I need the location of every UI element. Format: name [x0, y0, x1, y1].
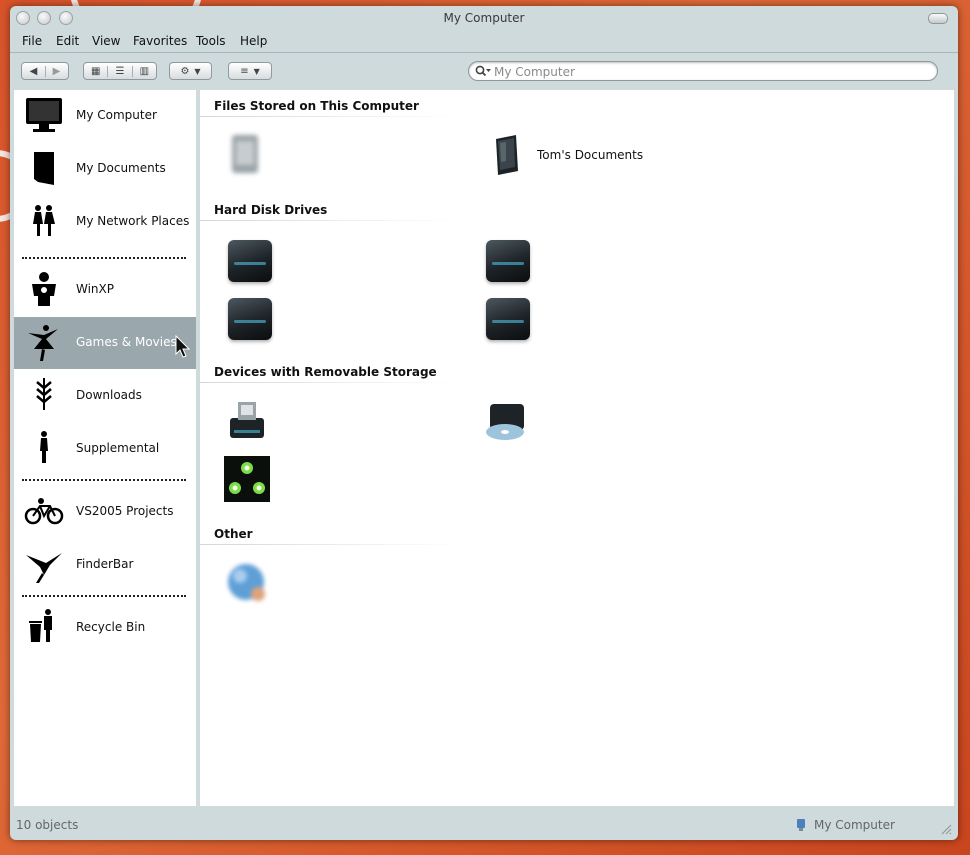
sidebar-item-my-network-places[interactable]: My Network Places: [14, 196, 196, 248]
menu-tools[interactable]: Tools: [196, 34, 226, 48]
search-icon[interactable]: [475, 65, 491, 77]
sidebar-item-label: My Documents: [76, 161, 166, 175]
bicycle-icon: [24, 498, 64, 525]
sidebar-item-finderbar[interactable]: FinderBar: [14, 539, 196, 591]
window-title: My Computer: [443, 11, 525, 25]
figure-icon: [40, 431, 48, 463]
people-icon: [33, 205, 55, 236]
removable-drive-icon: [224, 456, 270, 502]
monitor-icon: [26, 98, 62, 132]
hard-drive-icon: [224, 294, 272, 340]
sidebar-divider: [22, 595, 186, 597]
search-input[interactable]: My Computer: [468, 61, 938, 81]
dvd-drive-icon: [486, 404, 524, 440]
title-bar[interactable]: My Computer: [10, 6, 958, 30]
document-folder-icon: [232, 135, 258, 173]
trash-icon: [29, 609, 52, 642]
section-divider: [200, 220, 460, 221]
gear-icon: ⚙: [180, 65, 190, 77]
sidebar-item-winxp[interactable]: WinXP: [14, 264, 196, 316]
menu-file[interactable]: File: [22, 34, 42, 48]
section-header: Hard Disk Drives: [214, 203, 328, 217]
sidebar-item-label: VS2005 Projects: [76, 504, 174, 518]
hard-drive-item[interactable]: [220, 236, 460, 286]
hard-drive-item[interactable]: [478, 236, 718, 286]
dvd-drive-item[interactable]: [478, 398, 718, 448]
chevrons-down-icon: [36, 378, 52, 410]
other-item[interactable]: [220, 560, 460, 610]
explorer-window: My Computer File Edit View Favorites Too…: [10, 6, 958, 840]
menu-bar: File Edit View Favorites Tools Help: [10, 30, 958, 53]
sidebar-item-label: My Computer: [76, 108, 157, 122]
menu-view[interactable]: View: [92, 34, 120, 48]
hard-drive-icon: [224, 236, 272, 282]
sidebar-item-label: Supplemental: [76, 441, 160, 455]
search-placeholder: My Computer: [494, 65, 575, 79]
hard-drive-icon: [482, 294, 530, 340]
hard-drive-icon: [482, 236, 530, 282]
sidebar-item-label: Downloads: [76, 388, 142, 402]
folder-icon: [34, 152, 54, 185]
arrange-icon: ≡: [240, 65, 249, 77]
sidebar-item-my-computer[interactable]: My Computer: [14, 90, 196, 142]
section-header: Devices with Removable Storage: [214, 365, 437, 379]
section-divider: [200, 382, 460, 383]
sidebar-item-downloads[interactable]: Downloads: [14, 370, 196, 422]
globe-icon: [228, 564, 265, 601]
sidebar-item-vs2005-projects[interactable]: VS2005 Projects: [14, 486, 196, 538]
sidebar-item-recycle-bin[interactable]: Recycle Bin: [14, 602, 196, 654]
floppy-drive-icon: [230, 402, 264, 438]
column-view-icon[interactable]: ▥: [133, 66, 156, 77]
status-location: My Computer: [814, 818, 895, 832]
toolbar: ◀ ▶ ▦ ☰ ▥ ⚙ ▼ ≡ ▼ My Computer: [10, 53, 958, 89]
arrange-button[interactable]: ≡ ▼: [228, 62, 272, 80]
sidebar-divider: [22, 479, 186, 481]
mouse-cursor-icon: [175, 335, 191, 358]
document-folder-icon: [496, 135, 518, 175]
object-count: 10 objects: [16, 818, 79, 832]
back-forward-group: ◀ ▶: [21, 62, 69, 80]
sidebar-divider: [22, 257, 186, 259]
back-arrow-icon[interactable]: ◀: [23, 65, 46, 77]
resize-grip-icon[interactable]: [940, 823, 952, 835]
shared-documents-item[interactable]: [220, 131, 460, 181]
hard-drive-item[interactable]: [478, 294, 718, 344]
section-header: Other: [214, 527, 253, 541]
section-divider: [200, 544, 460, 545]
toolbar-toggle-button[interactable]: [928, 13, 948, 24]
sidebar-item-label: My Network Places: [76, 214, 190, 228]
sidebar-item-label: Games & Movies: [76, 335, 177, 349]
sidebar-item-games-movies[interactable]: Games & Movies: [14, 317, 196, 369]
action-menu-button[interactable]: ⚙ ▼: [169, 62, 212, 80]
removable-drive-item[interactable]: [220, 456, 460, 506]
sidebar-item-my-documents[interactable]: My Documents: [14, 143, 196, 195]
content-pane: Files Stored on This Computer Tom's Docu…: [200, 90, 954, 806]
status-bar: 10 objects My Computer: [10, 808, 958, 840]
hard-drive-item[interactable]: [220, 294, 460, 344]
computer-icon: [797, 819, 805, 831]
hummingbird-icon: [26, 553, 62, 583]
item-label: Tom's Documents: [537, 148, 644, 162]
icon-view-icon[interactable]: ▦: [84, 65, 109, 77]
dancer-icon: [28, 325, 58, 361]
toms-documents-item[interactable]: Tom's Documents: [480, 131, 720, 181]
menu-help[interactable]: Help: [240, 34, 267, 48]
sidebar-item-label: Recycle Bin: [76, 620, 146, 634]
sidebar-item-label: WinXP: [76, 282, 114, 296]
view-mode-group: ▦ ☰ ▥: [83, 62, 157, 80]
sidebar-item-supplemental[interactable]: Supplemental: [14, 423, 196, 475]
forward-arrow-icon[interactable]: ▶: [46, 66, 68, 77]
section-divider: [200, 116, 460, 117]
menu-edit[interactable]: Edit: [56, 34, 79, 48]
floppy-drive-item[interactable]: [220, 398, 460, 448]
chevron-down-icon: ▼: [253, 66, 260, 76]
sidebar-item-label: FinderBar: [76, 557, 134, 571]
section-header: Files Stored on This Computer: [214, 99, 419, 113]
sidebar: My Computer My Documents My Network Plac…: [14, 90, 196, 806]
silhouette-icon: [32, 272, 56, 306]
chevron-down-icon: ▼: [194, 66, 201, 76]
menu-favorites[interactable]: Favorites: [133, 34, 187, 48]
list-view-icon[interactable]: ☰: [108, 65, 133, 77]
